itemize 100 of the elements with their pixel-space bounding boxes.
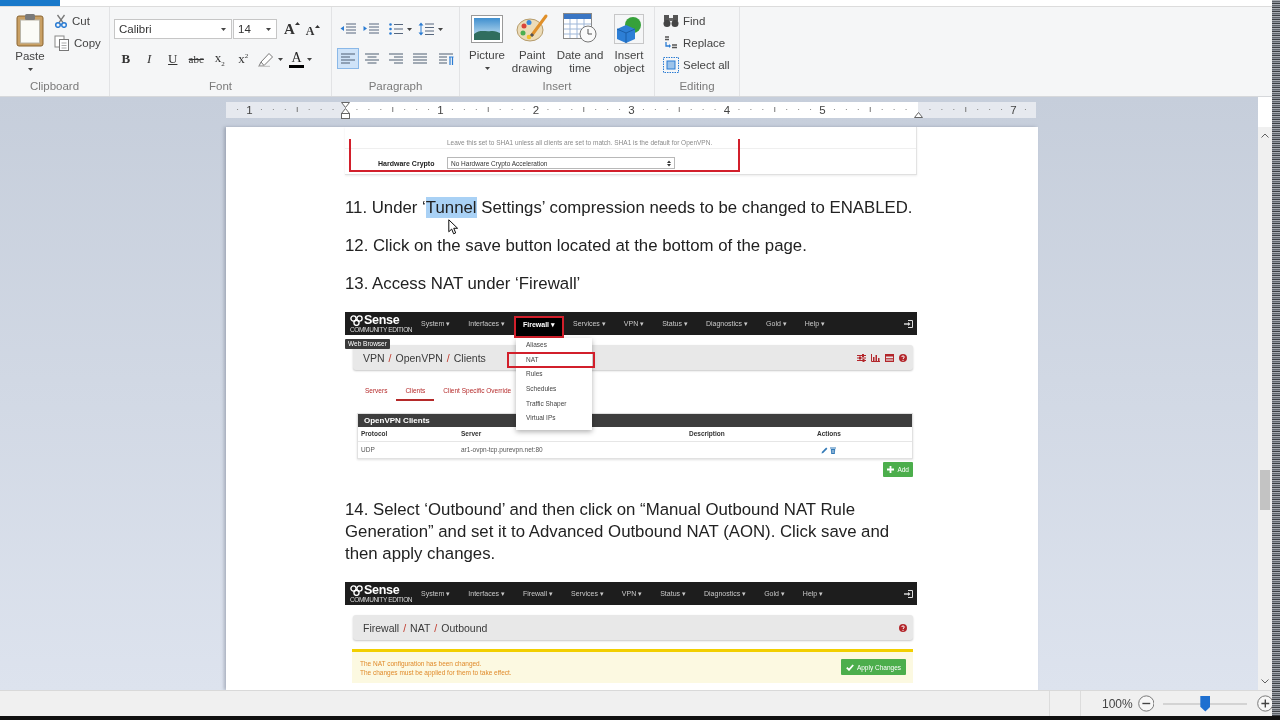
decrease-indent-icon[interactable]: [340, 23, 356, 35]
help-icon[interactable]: [899, 623, 907, 632]
subscript-button[interactable]: x$_{2}$: [208, 49, 232, 69]
italic-button[interactable]: I: [137, 49, 161, 69]
logo-icon: [350, 584, 363, 596]
group-label: Editing: [678, 79, 716, 94]
logo-text: Sense: [364, 314, 400, 326]
ruler-number: 1: [437, 103, 444, 117]
alignment-icon: [413, 53, 427, 64]
logo-icon: [350, 314, 363, 326]
zoom-level-text: 100%: [1101, 696, 1133, 711]
scrollbar-thumb[interactable]: [1260, 470, 1270, 510]
step-text: 11. Under ‘Tunnel Settings’ compression needs to be changed to ENABLED.: [345, 197, 914, 219]
palette-brush-icon: [515, 13, 549, 43]
color-bar-icon: [289, 64, 304, 68]
bar-chart-icon[interactable]: [871, 353, 880, 362]
trash-icon[interactable]: [830, 446, 836, 454]
ruler-number: 5: [819, 103, 826, 117]
replace-icon: [663, 35, 679, 51]
highlighter-icon: [258, 51, 275, 67]
mouse-pointer-icon: [448, 219, 459, 235]
bullet-list-icon: [389, 23, 403, 35]
landscape-picture-icon: [471, 15, 503, 43]
bold-button[interactable]: B: [114, 49, 138, 69]
panel-title: OpenVPN Clients: [364, 416, 430, 425]
breadcrumb-link[interactable]: Outbound: [441, 621, 488, 634]
caret-icon: [278, 57, 283, 61]
clipboard-icon: [16, 13, 44, 47]
strikethrough-button[interactable]: abc: [184, 49, 208, 69]
picture-button[interactable]: Picture: [465, 15, 509, 79]
replace-button[interactable]: Replace: [663, 33, 730, 53]
step-text: 13. Access NAT under ‘Firewall’: [345, 273, 582, 295]
group-label: Paragraph: [367, 79, 424, 94]
font-size-field[interactable]: 14: [233, 19, 277, 39]
breadcrumb-separator: /: [434, 621, 438, 634]
caret-icon: [307, 57, 312, 61]
ruler-number: 7: [1010, 103, 1017, 117]
group-label: Font: [208, 79, 233, 94]
breadcrumb-link[interactable]: NAT: [410, 621, 431, 634]
ruler-number: 3: [628, 103, 635, 117]
line-spacing-icon: [418, 22, 434, 36]
font-name-field[interactable]: Calibri: [114, 19, 232, 39]
right-indent-marker-icon[interactable]: [913, 112, 923, 118]
caret-icon: [407, 27, 412, 31]
sliders-icon[interactable]: [857, 353, 866, 362]
increase-indent-icon[interactable]: [363, 23, 379, 35]
date-time-button[interactable]: Date and time: [555, 15, 605, 79]
copy-button[interactable]: Copy: [54, 33, 101, 53]
zoom-slider-thumb[interactable]: [1200, 695, 1211, 712]
step-text: 12. Click on the save button located at the bottom of the page.: [345, 235, 808, 257]
alignment-icon: [341, 53, 355, 64]
alignment-icon: [365, 53, 379, 64]
ruler-number: 2: [532, 103, 540, 117]
find-button[interactable]: Find: [663, 11, 730, 31]
group-label: Clipboard: [28, 79, 81, 94]
ruler-number: 1: [246, 103, 253, 117]
cut-button[interactable]: Cut: [54, 11, 101, 31]
alignment-icon: [389, 53, 403, 64]
breadcrumb-separator: /: [388, 351, 392, 364]
vertical-scrollbar[interactable]: [1258, 127, 1272, 690]
paste-button[interactable]: Paste: [11, 7, 49, 79]
caret-icon: [266, 27, 271, 31]
breadcrumb-link[interactable]: VPN: [363, 351, 385, 364]
calendar-clock-icon: [563, 13, 597, 43]
underline-button[interactable]: U: [161, 49, 185, 69]
logo-text: Sense: [364, 584, 400, 596]
bullet-list-button[interactable]: [389, 23, 412, 35]
scroll-up-icon[interactable]: [1261, 133, 1269, 138]
insert-object-button[interactable]: Insert object: [605, 15, 653, 79]
table-icon[interactable]: [885, 353, 894, 362]
line-spacing-button[interactable]: [418, 22, 443, 36]
scroll-down-icon[interactable]: [1261, 679, 1269, 684]
triangle-icon: [314, 25, 320, 28]
caret-icon: [667, 159, 671, 167]
zoom-in-icon[interactable]: [1257, 695, 1272, 712]
grow-font-button[interactable]: A: [284, 20, 300, 38]
logout-icon[interactable]: [904, 319, 913, 328]
paragraph-icon[interactable]: [439, 52, 454, 65]
logout-icon[interactable]: [904, 589, 913, 598]
indent-marker-icon[interactable]: [340, 102, 350, 119]
zoom-out-icon[interactable]: [1137, 695, 1155, 712]
paint-drawing-button[interactable]: Paint drawing: [509, 15, 555, 79]
superscript-button[interactable]: x$^{2}$: [231, 49, 255, 69]
font-color-button[interactable]: A: [289, 50, 312, 68]
caret-icon: [438, 27, 443, 31]
help-icon[interactable]: [899, 353, 907, 362]
scissors-icon: [54, 14, 68, 28]
breadcrumb-separator: /: [403, 621, 407, 634]
breadcrumb-separator: /: [446, 351, 450, 364]
select-all-button[interactable]: Select all: [663, 55, 730, 75]
binoculars-icon: [663, 14, 679, 28]
shrink-font-button[interactable]: A: [305, 20, 320, 38]
breadcrumb-link[interactable]: OpenVPN: [395, 351, 443, 364]
breadcrumb-link[interactable]: Clients: [453, 351, 486, 364]
pencil-icon[interactable]: [821, 446, 828, 454]
step-text: 14. Select ‘Outbound’ and then click on “Manual Outbound NAT Rule Generation” and set it to Advanced Outbound NAT (AON). Click save and then apply changes.: [345, 499, 891, 565]
ruler-number: 4: [723, 103, 731, 117]
group-label: Insert: [541, 79, 573, 94]
breadcrumb-link[interactable]: Firewall: [363, 621, 400, 634]
highlight-color-button[interactable]: [258, 51, 283, 67]
